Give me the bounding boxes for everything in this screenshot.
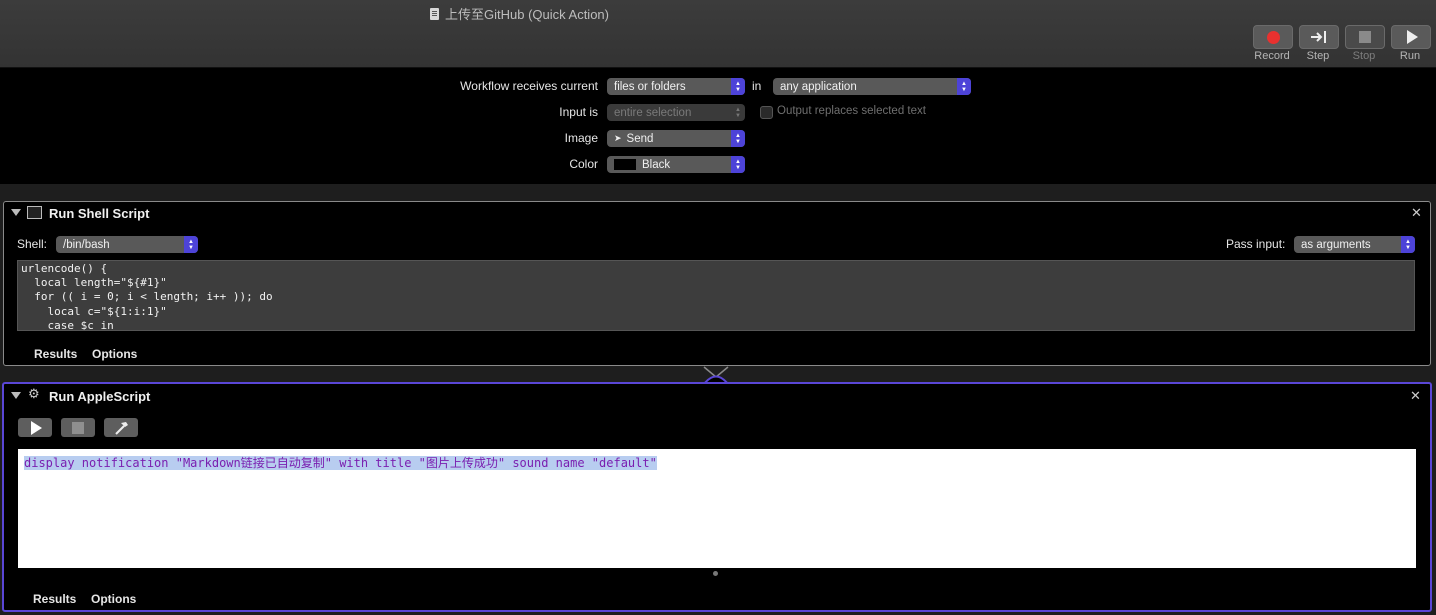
popup-chevron-icon: ▲ ▼: [184, 236, 198, 253]
color-popup[interactable]: Black ▲ ▼: [607, 156, 745, 173]
action-title: Run Shell Script: [49, 206, 150, 221]
code-line: for (( i = 0; i < length; i++ )); do: [21, 290, 273, 304]
run-script-button[interactable]: [18, 418, 52, 437]
workflow-settings: Workflow receives current files or folde…: [0, 68, 1436, 184]
stop-button[interactable]: [1345, 25, 1385, 49]
popup-chevron-icon: ▲ ▼: [957, 78, 971, 95]
code-line: local length="${#1}": [21, 276, 167, 290]
applescript-editor[interactable]: display notification "Markdown链接已自动复制" w…: [18, 449, 1416, 568]
run-shell-script-action: Run Shell Script ✕ Shell: /bin/bash ▲ ▼ P…: [3, 201, 1431, 366]
shell-value: /bin/bash: [63, 238, 110, 251]
pass-input-popup[interactable]: as arguments ▲ ▼: [1294, 236, 1415, 253]
record-button[interactable]: [1253, 25, 1293, 49]
output-replaces-label: Output replaces selected text: [777, 105, 926, 117]
color-label: Color: [569, 157, 598, 171]
color-swatch: [614, 159, 636, 170]
resize-handle[interactable]: [713, 571, 718, 576]
tab-results[interactable]: Results: [34, 347, 77, 361]
step-icon: [1311, 31, 1326, 43]
code-line: urlencode() {: [21, 262, 108, 275]
popup-chevron-icon: ▲ ▼: [1401, 236, 1415, 253]
receives-popup[interactable]: files or folders ▲ ▼: [607, 78, 745, 95]
run-applescript-action: ⚙ Run AppleScript ✕ display notification…: [2, 382, 1432, 612]
tab-options[interactable]: Options: [92, 347, 137, 361]
image-popup[interactable]: ➤ Send ▲ ▼: [607, 130, 745, 147]
close-icon[interactable]: ✕: [1411, 205, 1422, 221]
run-button[interactable]: [1391, 25, 1431, 49]
popup-chevron-icon: ▲ ▼: [731, 130, 745, 147]
shell-popup[interactable]: /bin/bash ▲ ▼: [56, 236, 198, 253]
code-line: case $c in: [21, 318, 114, 331]
shell-label: Shell:: [17, 237, 48, 251]
shell-script-editor[interactable]: urlencode() { local length="${#1}" for (…: [17, 260, 1415, 331]
receives-value: files or folders: [614, 80, 686, 93]
window-toolbar: 上传至GitHub (Quick Action) Record Step Sto…: [0, 0, 1436, 68]
window-title: 上传至GitHub (Quick Action): [430, 4, 609, 23]
action-title: Run AppleScript: [49, 389, 151, 404]
in-label: in: [752, 79, 762, 93]
step-button[interactable]: [1299, 25, 1339, 49]
send-icon: ➤: [614, 133, 622, 143]
terminal-icon: [27, 206, 42, 219]
hammer-icon: [115, 421, 128, 435]
stop-script-button[interactable]: [61, 418, 95, 437]
tab-options[interactable]: Options: [91, 592, 136, 606]
application-value: any application: [780, 80, 857, 93]
tab-results[interactable]: Results: [33, 592, 76, 606]
popup-chevron-icon: ▲ ▼: [731, 78, 745, 95]
popup-chevron-icon: ▲ ▼: [735, 106, 741, 119]
output-replaces-checkbox[interactable]: [760, 106, 773, 119]
play-icon: [31, 420, 42, 435]
compile-script-button[interactable]: [104, 418, 138, 437]
pass-input-label: Pass input:: [1226, 237, 1286, 251]
disclosure-triangle-icon[interactable]: [11, 392, 21, 399]
script-editor-icon: ⚙: [28, 386, 40, 401]
input-value: entire selection: [614, 106, 692, 119]
record-icon: [1266, 30, 1280, 44]
image-label: Image: [564, 131, 598, 145]
input-popup[interactable]: entire selection ▲ ▼: [607, 104, 745, 121]
disclosure-triangle-icon[interactable]: [11, 209, 21, 216]
code-line: local c="${1:i:1}": [21, 304, 167, 318]
play-icon: [1407, 30, 1418, 44]
application-popup[interactable]: any application ▲ ▼: [773, 78, 971, 95]
stop-icon: [72, 421, 84, 434]
color-value: Black: [642, 158, 671, 171]
image-value: Send: [626, 132, 654, 145]
document-icon: [430, 7, 439, 20]
close-icon[interactable]: ✕: [1410, 388, 1421, 404]
receives-label: Workflow receives current: [460, 79, 598, 93]
input-label: Input is: [559, 105, 598, 119]
run-label: Run: [1399, 50, 1421, 62]
popup-chevron-icon: ▲ ▼: [731, 156, 745, 173]
script-text: display notification "Markdown链接已自动复制" w…: [24, 456, 657, 470]
stop-icon: [1359, 31, 1371, 43]
pass-input-value: as arguments: [1301, 238, 1371, 251]
window-title-text: 上传至GitHub (Quick Action): [445, 7, 609, 22]
